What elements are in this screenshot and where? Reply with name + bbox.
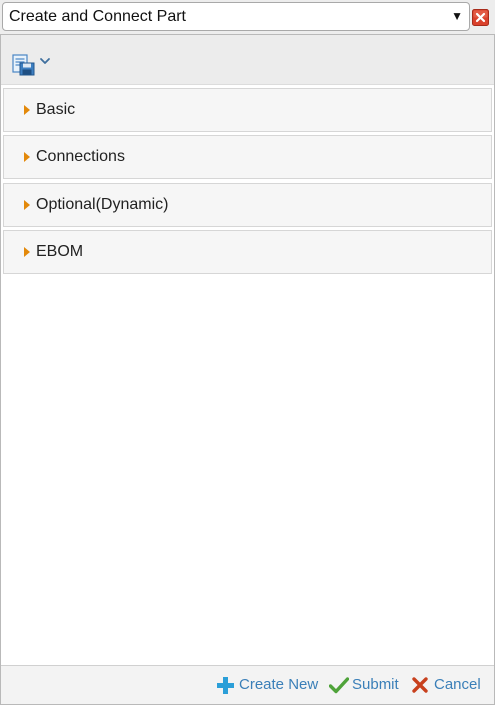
create-new-button[interactable]: Create New bbox=[216, 674, 322, 696]
expand-arrow-icon bbox=[24, 247, 30, 257]
close-icon[interactable] bbox=[472, 9, 489, 26]
plus-icon bbox=[217, 677, 234, 694]
section-label: Basic bbox=[36, 101, 76, 118]
chevron-down-icon[interactable] bbox=[39, 56, 51, 66]
section-optional-dynamic[interactable]: Optional(Dynamic) bbox=[3, 183, 492, 227]
section-ebom[interactable]: EBOM bbox=[3, 230, 492, 274]
form-type-select[interactable]: Create and Connect Part ▼ bbox=[2, 2, 470, 31]
checkmark-icon bbox=[329, 677, 349, 694]
save-icon[interactable] bbox=[12, 54, 36, 76]
submit-button[interactable]: Submit bbox=[329, 674, 403, 696]
expand-arrow-icon bbox=[24, 200, 30, 210]
cancel-button[interactable]: Cancel bbox=[411, 674, 485, 696]
form-panel: Basic Connections Optional(Dynamic) EBOM… bbox=[0, 34, 495, 705]
title-bar: Create and Connect Part ▼ bbox=[0, 0, 495, 34]
section-label: Connections bbox=[36, 148, 125, 165]
toolbar bbox=[1, 35, 494, 85]
expand-arrow-icon bbox=[24, 105, 30, 115]
form-title: Create and Connect Part bbox=[9, 8, 186, 25]
section-label: EBOM bbox=[36, 243, 84, 260]
expand-arrow-icon bbox=[24, 152, 30, 162]
section-connections[interactable]: Connections bbox=[3, 135, 492, 179]
dropdown-arrow-icon[interactable]: ▼ bbox=[451, 3, 463, 30]
section-basic[interactable]: Basic bbox=[3, 88, 492, 132]
section-label: Optional(Dynamic) bbox=[36, 196, 169, 213]
cross-icon bbox=[412, 677, 428, 693]
footer-bar: Create New Submit Cancel bbox=[1, 665, 494, 704]
